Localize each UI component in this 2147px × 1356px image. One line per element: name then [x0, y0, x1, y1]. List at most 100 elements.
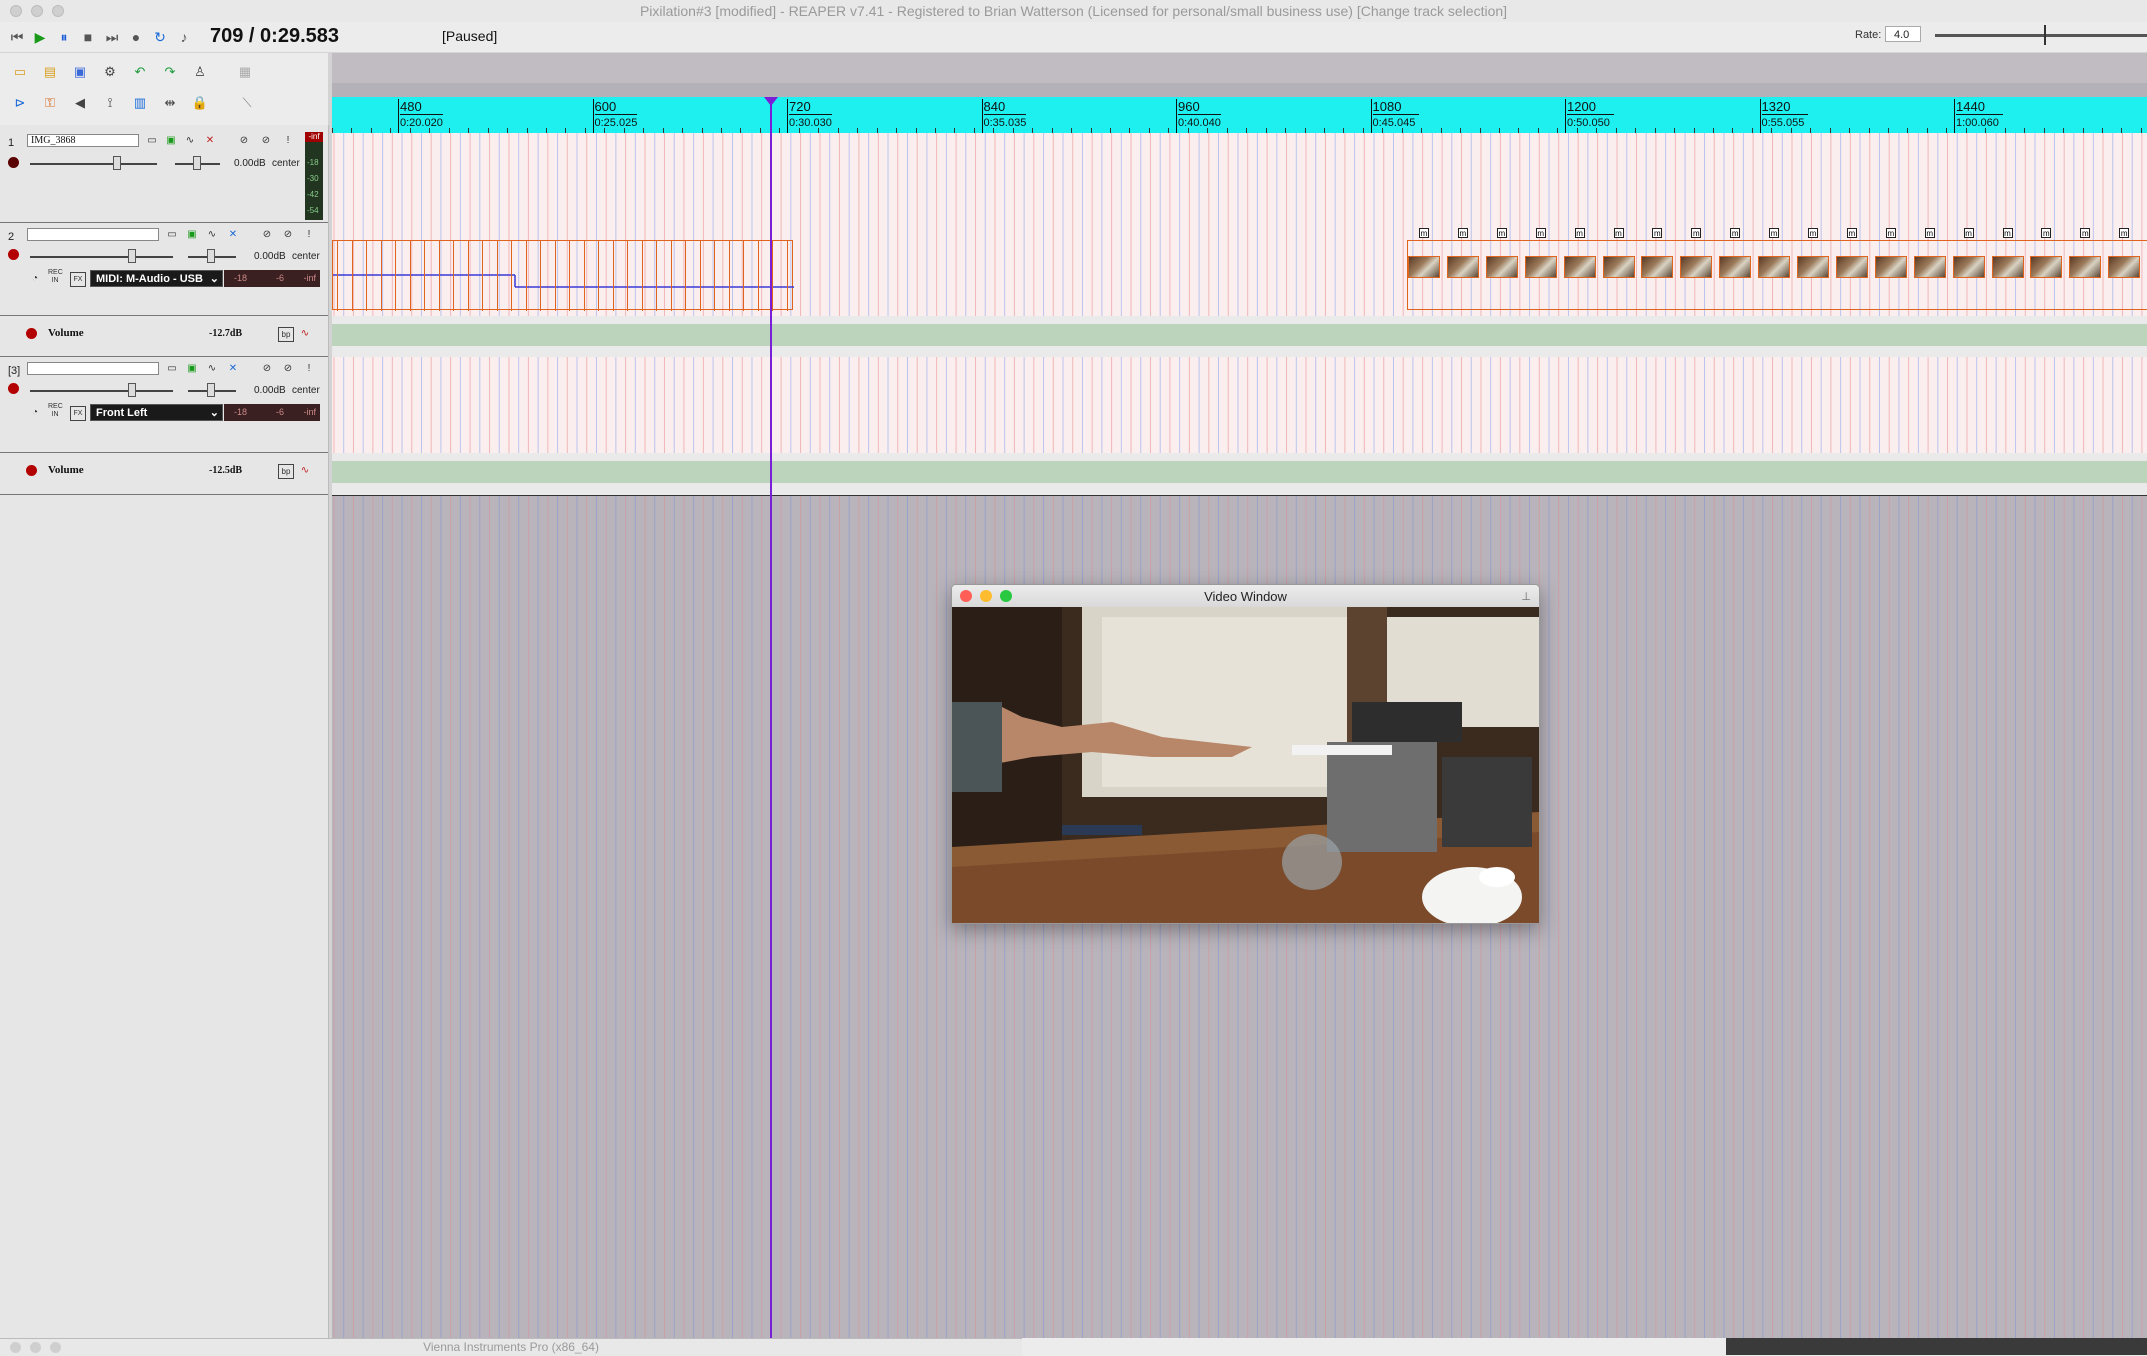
item-marker-icon[interactable]: m [1730, 228, 1741, 238]
repeat-icon[interactable]: ↻ [151, 28, 169, 46]
fx-icon[interactable]: ✕ [226, 362, 240, 375]
split-icon[interactable]: ⇹ [161, 94, 179, 112]
input-select[interactable]: Front Left ⌄ [90, 404, 223, 421]
phase-icon[interactable]: ⊘ [260, 362, 274, 375]
grid-toggle-icon[interactable]: ▦ [236, 63, 254, 81]
mute-icon[interactable]: ⊘ [259, 134, 273, 147]
phase-icon[interactable]: ⊘ [237, 134, 251, 147]
item-marker-icon[interactable]: m [1808, 228, 1818, 238]
pause-icon[interactable]: ⏸ [55, 28, 73, 46]
track-name-field[interactable] [27, 228, 159, 241]
redo-icon[interactable]: ↷ [161, 63, 179, 81]
item-marker-icon[interactable]: m [2080, 228, 2091, 238]
volume-fader[interactable] [30, 256, 173, 258]
track-1-lane[interactable] [332, 133, 2147, 225]
envelope-lane-header-2[interactable]: Volume -12.5dB bp ∿ [0, 453, 328, 495]
envelope-lane-header-1[interactable]: Volume -12.7dB bp ∿ [0, 316, 328, 357]
pan-fader-handle[interactable] [207, 249, 215, 263]
go-to-end-icon[interactable]: ⏭ [103, 28, 121, 46]
midi-item[interactable] [332, 240, 794, 311]
rate-slider[interactable] [1935, 34, 2147, 37]
volume-envelope-lane-2[interactable] [332, 453, 2147, 496]
io-icon[interactable]: ▣ [164, 134, 178, 147]
track-name-field[interactable]: IMG_3868 [27, 134, 139, 147]
track-name-field[interactable] [27, 362, 159, 375]
item-marker-icon[interactable]: m [2002, 228, 2013, 238]
item-marker-icon[interactable]: m [1535, 228, 1546, 238]
volume-fader[interactable] [30, 390, 173, 392]
pan-fader-handle[interactable] [193, 156, 201, 170]
rate-input[interactable]: 4.0 [1885, 26, 1921, 42]
trim-icon[interactable]: ⟍ [238, 94, 256, 112]
mute-icon[interactable]: ⊘ [281, 228, 295, 241]
undo-icon[interactable]: ↶ [131, 63, 149, 81]
envelope-curve-icon[interactable]: ∿ [298, 464, 312, 477]
solo-icon[interactable]: ! [302, 362, 316, 375]
envelope-curve-icon[interactable]: ∿ [298, 327, 312, 340]
stop-icon[interactable]: ■ [79, 28, 97, 46]
envelope-icon[interactable]: ∿ [205, 362, 219, 375]
auto-crossfade-icon[interactable]: ◀ [71, 94, 89, 112]
item-marker-icon[interactable]: m [1846, 228, 1857, 238]
mute-icon[interactable]: ⊘ [281, 362, 295, 375]
item-marker-icon[interactable]: m [2119, 228, 2130, 238]
phase-icon[interactable]: ⊘ [260, 228, 274, 241]
track-1[interactable]: 1 IMG_3868 ▭ ▣ ∿ ✕ ⊘ ⊘ ! 0.00dB center -… [0, 132, 328, 223]
rate-slider-handle[interactable] [2044, 25, 2046, 45]
record-monitor-icon[interactable]: ◔ [28, 272, 42, 285]
record-arm-icon[interactable] [8, 383, 19, 394]
item-marker-icon[interactable]: m [1457, 228, 1468, 238]
item-marker-icon[interactable]: m [1924, 228, 1935, 238]
volume-fader[interactable] [30, 163, 157, 165]
fx-icon[interactable]: ✕ [203, 134, 217, 147]
track-3[interactable]: [3] ▭ ▣ ∿ ✕ ⊘ ⊘ ! 0.00dB center ◔ REC IN… [0, 357, 328, 453]
timeline-ruler[interactable]: 480 0:20.020 600 0:25.025 720 0:30.030 840 0:35… [332, 97, 2147, 133]
solo-icon[interactable]: ! [281, 134, 295, 147]
item-marker-icon[interactable]: m [1419, 228, 1429, 238]
volume-fader-handle[interactable] [128, 249, 136, 263]
item-marker-icon[interactable]: m [1963, 228, 1974, 238]
volume-envelope-lane-1[interactable] [332, 316, 2147, 358]
item-marker-icon[interactable]: m [1574, 228, 1585, 238]
item-marker-icon[interactable]: m [1496, 228, 1507, 238]
playhead-marker[interactable] [764, 97, 778, 106]
fx-icon[interactable]: ✕ [226, 228, 240, 241]
secondary-window-titlebar[interactable]: Vienna Instruments Pro (x86_64) [0, 1338, 1022, 1356]
io-icon[interactable]: ▣ [185, 362, 199, 375]
volume-fader-handle[interactable] [128, 383, 136, 397]
item-marker-icon[interactable]: m [2041, 228, 2052, 238]
snap-icon[interactable]: ⊳ [11, 94, 29, 112]
item-marker-icon[interactable]: m [1691, 228, 1702, 238]
item-marker-icon[interactable]: m [1769, 228, 1780, 238]
bypass-button[interactable]: bp [278, 327, 294, 342]
grid-lines-icon[interactable]: ▥ [131, 94, 149, 112]
envelope-icon[interactable]: ∿ [183, 134, 197, 147]
metronome-settings-icon[interactable]: ♙ [191, 63, 209, 81]
item-marker-icon[interactable]: m [1613, 228, 1624, 238]
go-to-start-icon[interactable]: ⏮ [8, 28, 26, 46]
video-item[interactable] [1407, 240, 2147, 310]
envelope-points-icon[interactable]: ⟟ [101, 94, 119, 112]
solo-icon[interactable]: ! [302, 228, 316, 241]
folder-icon[interactable]: ▭ [165, 362, 179, 375]
fx-button[interactable]: FX [70, 406, 86, 421]
record-arm-icon[interactable] [8, 157, 19, 168]
pin-icon[interactable]: ⊥ [1521, 590, 1531, 603]
track-2[interactable]: 2 ▭ ▣ ∿ ✕ ⊘ ⊘ ! 0.00dB center ◔ REC IN F… [0, 223, 328, 316]
video-window[interactable]: Video Window ⊥ [951, 584, 1540, 924]
folder-icon[interactable]: ▭ [165, 228, 179, 241]
folder-icon[interactable]: ▭ [145, 134, 159, 147]
bypass-button[interactable]: bp [278, 464, 294, 479]
track-2-lane[interactable]: mmmmmmmmmmmmmmmmmmm [332, 224, 2147, 316]
envelope-arm-icon[interactable] [26, 465, 37, 476]
play-icon[interactable]: ▶ [31, 28, 49, 46]
new-project-icon[interactable]: ▭ [11, 63, 29, 81]
pan-fader-handle[interactable] [207, 383, 215, 397]
video-window-titlebar[interactable]: Video Window ⊥ [952, 585, 1539, 607]
project-settings-icon[interactable]: ⚙ [101, 63, 119, 81]
fx-button[interactable]: FX [70, 272, 86, 287]
input-select[interactable]: MIDI: M-Audio - USB ⌄ [90, 270, 223, 287]
track-3-lane[interactable] [332, 357, 2147, 453]
io-icon[interactable]: ▣ [185, 228, 199, 241]
volume-fader-handle[interactable] [113, 156, 121, 170]
